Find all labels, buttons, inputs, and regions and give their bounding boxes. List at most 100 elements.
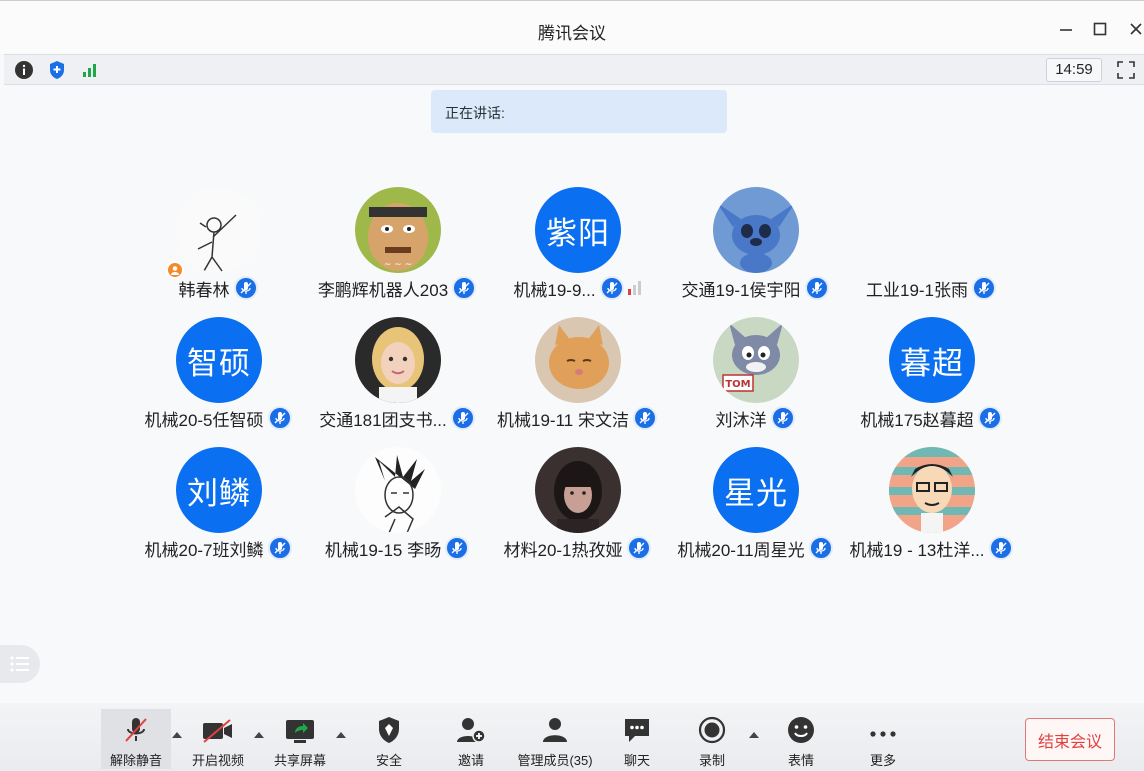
participant-tile[interactable]: 星光机械20-11周星光 [670, 447, 840, 567]
participant-tile[interactable]: 机械19 - 13杜洋... [846, 447, 1016, 567]
members-icon [543, 718, 567, 742]
participant-tile[interactable]: 交通19-1侯宇阳 [670, 187, 840, 307]
title-bar: 腾讯会议 [0, 1, 1144, 53]
fullscreen-icon[interactable] [1114, 58, 1138, 82]
avatar: TOM [713, 317, 799, 403]
participant-tile[interactable]: 交通181团支书... [312, 317, 482, 437]
mic-muted-icon [804, 276, 829, 300]
avatar [713, 187, 799, 273]
participant-name: 交通181团支书... [319, 410, 447, 430]
list-icon [10, 656, 29, 672]
mic-muted-icon [972, 276, 997, 300]
svg-text:TOM: TOM [725, 379, 750, 390]
record-button[interactable]: 录制 [677, 709, 747, 769]
avatar [535, 447, 621, 533]
security-button[interactable]: 安全 [354, 709, 424, 769]
reaction-button[interactable]: 表情 [766, 709, 836, 769]
mic-muted-icon [233, 276, 258, 300]
audio-options-caret[interactable] [171, 729, 183, 741]
bottom-toolbar: 解除静音 开启视频 共享屏幕 安全 邀请 管理成员(35) 聊天 录制 表情 更… [0, 703, 1144, 771]
end-meeting-button[interactable]: 结束会议 [1025, 718, 1115, 761]
participant-name: 机械19 - 13杜洋... [849, 540, 985, 560]
mic-muted-icon [452, 276, 477, 300]
chat-icon [625, 719, 649, 742]
mic-muted-icon [626, 536, 651, 560]
avatar: ~ ~ ~ [355, 187, 441, 273]
info-icon[interactable] [12, 58, 36, 82]
start-video-button[interactable]: 开启视频 [183, 709, 253, 769]
mic-muted-icon [632, 406, 657, 430]
mic-muted-icon [267, 536, 292, 560]
mic-muted-icon [770, 406, 795, 430]
participant-tile[interactable]: 刘鳞机械20-7班刘鳞 [133, 447, 303, 567]
participant-tile[interactable]: 韩春林 [133, 187, 303, 307]
more-button[interactable]: 更多 [848, 709, 918, 769]
participant-name: 工业19-1张雨 [865, 280, 969, 300]
participant-tile[interactable]: ~ ~ ~ 李鹏辉机器人203 [312, 187, 482, 307]
mic-muted-icon [599, 276, 624, 300]
record-icon [698, 716, 726, 744]
participant-tile[interactable]: 紫阳机械19-9... [492, 187, 662, 307]
participant-name: 材料20-1热孜娅 [503, 540, 623, 560]
video-off-icon [203, 719, 232, 743]
avatar: 刘鳞 [176, 447, 262, 533]
participant-tile[interactable]: 机械19-11 宋文洁 [492, 317, 662, 437]
meeting-window: 腾讯会议 14:59 正在讲话: 韩春林 ~ ~ ~ 李鹏辉机器人203 紫阳 机械19… [0, 0, 1144, 771]
avatar [355, 317, 441, 403]
record-options-caret[interactable] [748, 729, 760, 741]
participant-tile[interactable]: 暮超机械175赵暮超 [846, 317, 1016, 437]
security-shield-icon [379, 717, 399, 743]
participant-name: 机械20-7班刘鳞 [144, 540, 264, 560]
participant-name: 机械20-11周星光 [677, 540, 805, 560]
participant-name: 交通19-1侯宇阳 [681, 280, 801, 300]
mic-muted-icon [977, 406, 1002, 430]
avatar [889, 447, 975, 533]
unmute-button[interactable]: 解除静音 [101, 709, 171, 769]
avatar: 智硕 [176, 317, 262, 403]
participant-tile[interactable]: 机械19-15 李旸 [312, 447, 482, 567]
speaking-banner: 正在讲话: [431, 90, 727, 133]
participant-name: 机械19-9... [513, 280, 596, 300]
avatar [355, 447, 441, 533]
meeting-clock: 14:59 [1046, 58, 1102, 82]
participant-name: 机械175赵暮超 [860, 410, 974, 430]
avatar: 暮超 [889, 317, 975, 403]
avatar [535, 317, 621, 403]
participant-name: 韩春林 [178, 280, 230, 300]
participant-tile[interactable]: 智硕机械20-5任智硕 [133, 317, 303, 437]
participant-name: 刘沐洋 [715, 410, 767, 430]
close-icon[interactable] [1124, 17, 1144, 41]
network-quality-icon [627, 281, 641, 295]
avatar: 星光 [713, 447, 799, 533]
manage-members-button[interactable]: 管理成员(35) [510, 709, 600, 769]
participant-name: 机械19-11 宋文洁 [497, 410, 629, 430]
share-screen-button[interactable]: 共享屏幕 [265, 709, 335, 769]
svg-text:~ ~ ~: ~ ~ ~ [384, 260, 412, 270]
network-signal-icon[interactable] [78, 58, 102, 82]
share-screen-icon [286, 720, 314, 743]
participant-tile[interactable]: TOM 刘沐洋 [670, 317, 840, 437]
share-options-caret[interactable] [335, 729, 347, 741]
mic-muted-icon [808, 536, 833, 560]
mic-muted-icon [125, 718, 147, 742]
more-dots-icon [870, 731, 896, 737]
participant-name: 机械19-15 李旸 [324, 540, 442, 560]
mic-muted-icon [988, 536, 1013, 560]
minimize-icon[interactable] [1054, 17, 1078, 41]
participant-name: 机械20-5任智硕 [144, 410, 264, 430]
mic-muted-icon [445, 536, 470, 560]
emoji-icon [788, 717, 814, 743]
participant-tile[interactable]: 材料20-1热孜娅 [492, 447, 662, 567]
chat-button[interactable]: 聊天 [602, 709, 672, 769]
info-bar: 14:59 [4, 54, 1144, 85]
window-title: 腾讯会议 [538, 24, 606, 43]
participant-tile[interactable]: 工业19-1张雨 [846, 187, 1016, 307]
video-options-caret[interactable] [253, 729, 265, 741]
participant-list-toggle[interactable] [0, 645, 40, 683]
shield-icon[interactable] [45, 58, 69, 82]
avatar [176, 187, 262, 273]
maximize-icon[interactable] [1088, 17, 1112, 41]
mic-muted-icon [450, 406, 475, 430]
avatar: 紫阳 [535, 187, 621, 273]
invite-button[interactable]: 邀请 [436, 709, 506, 769]
